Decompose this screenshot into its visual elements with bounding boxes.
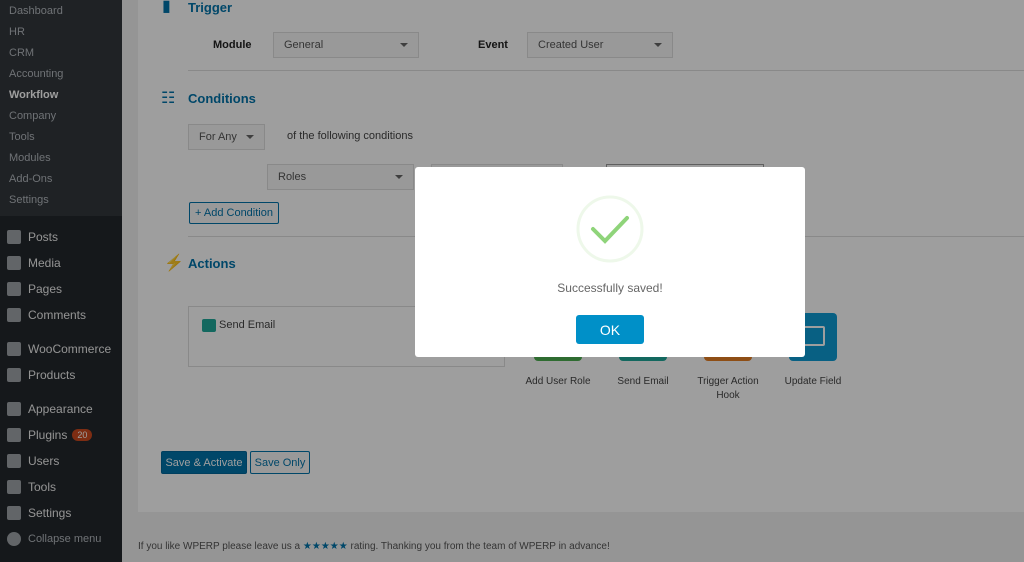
success-message: Successfully saved! <box>557 281 663 295</box>
success-dialog: Successfully saved! OK <box>415 167 805 357</box>
success-check-icon <box>576 195 644 263</box>
ok-button[interactable]: OK <box>576 315 644 344</box>
